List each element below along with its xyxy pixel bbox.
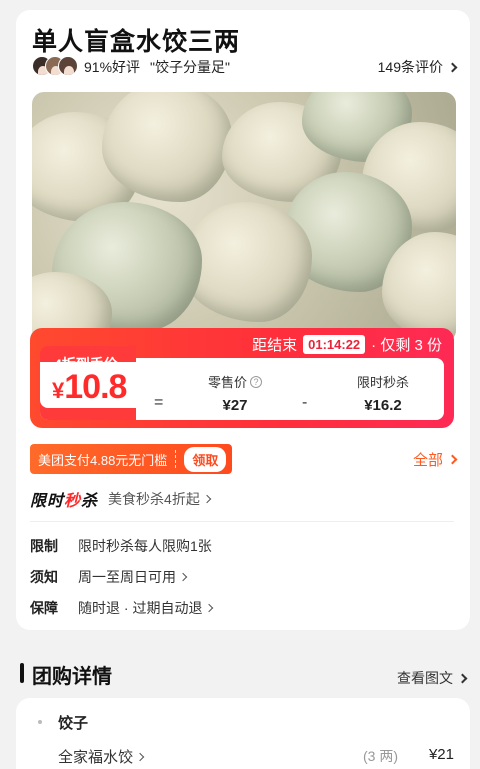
avatar: [58, 56, 78, 76]
flash-label: 限时秒杀: [356, 375, 409, 390]
all-coupons-link[interactable]: 全部: [412, 449, 458, 470]
reviewer-avatars: [32, 56, 80, 78]
info-value: 随时退 · 过期自动退: [78, 598, 214, 618]
section-marker: [20, 663, 24, 683]
divider: [30, 521, 454, 522]
hand-price-value: 10.8: [64, 368, 127, 406]
hand-price: ¥ 10.8: [52, 368, 127, 407]
retail-price-col: 零售价 ? ¥27: [190, 372, 280, 414]
claim-coupon-button[interactable]: 领取: [184, 446, 227, 472]
info-value: 限时秒杀每人限购1张: [78, 538, 212, 554]
info-row-guarantee[interactable]: 保障 随时退 · 过期自动退: [30, 598, 214, 618]
flash-sale-row[interactable]: 限时秒杀 美食秒杀4折起: [30, 487, 212, 511]
stock-remaining: · 仅剩 3 份: [371, 337, 442, 354]
rating-percent: 91%好评: [84, 59, 141, 75]
flash-sale-banner: 距结束 01:14:22 · 仅剩 3 份 4折到手价 ¥ 10.8 = 零售价…: [30, 328, 454, 428]
info-value: 周一至周日可用: [78, 567, 188, 587]
flash-sale-desc: 美食秒杀4折起: [108, 489, 212, 509]
flash-logo-part: 限时: [30, 493, 65, 510]
view-details-label: 查看图文: [397, 670, 453, 686]
hand-price-currency: ¥: [52, 378, 65, 403]
minus-sign: -: [302, 394, 308, 411]
info-value-text: 周一至周日可用: [78, 569, 176, 585]
info-value-text: 随时退 · 过期自动退: [78, 600, 203, 616]
product-title: 单人盲盒水饺三两: [32, 28, 241, 56]
view-details-link[interactable]: 查看图文: [397, 668, 468, 688]
flash-sale-desc-text: 美食秒杀4折起: [108, 491, 200, 507]
chevron-right-icon: [135, 752, 145, 761]
package-details-card: 饺子 全家福水饺 (3 两) ¥21: [16, 698, 470, 769]
info-key: 须知: [30, 569, 58, 585]
info-key: 保障: [30, 600, 58, 616]
countdown-label: 距结束: [252, 337, 298, 354]
flash-logo-part: 秒: [64, 493, 82, 510]
reviews-count: 149条评价: [377, 59, 443, 75]
rating-row[interactable]: 91%好评 "饺子分量足" 149条评价: [32, 56, 458, 78]
retail-price: ¥27: [222, 397, 248, 414]
coupon-divider: [175, 450, 177, 468]
flash-price-col: 限时秒杀 ¥16.2: [338, 372, 428, 414]
chevron-right-icon: [202, 494, 212, 504]
price-breakdown: 4折到手价 ¥ 10.8 = 零售价 ? ¥27 - 限时秒杀 ¥16.2: [40, 346, 444, 420]
discount-tag: 4折到手价 ¥ 10.8: [40, 346, 148, 420]
all-coupons-label: 全部: [412, 451, 443, 469]
help-icon[interactable]: ?: [250, 375, 262, 388]
equals-sign: =: [154, 394, 164, 411]
package-item[interactable]: 全家福水饺: [58, 746, 145, 767]
countdown: 距结束 01:14:22 · 仅剩 3 份: [252, 334, 442, 355]
payment-coupon[interactable]: 美团支付4.88元无门槛 领取: [30, 444, 233, 474]
coupon-row: 美团支付4.88元无门槛 领取 全部: [30, 444, 458, 474]
section-title: 团购详情: [32, 666, 112, 688]
reviews-link[interactable]: 149条评价: [377, 57, 458, 77]
review-quote: "饺子分量足": [150, 59, 230, 75]
chevron-right-icon: [205, 603, 214, 613]
flash-price: ¥16.2: [364, 397, 402, 414]
package-item-price: ¥21: [428, 746, 454, 763]
chevron-right-icon: [447, 62, 458, 72]
flash-logo-part: 杀: [81, 493, 99, 510]
chevron-right-icon: [447, 454, 458, 464]
package-item-name: 全家福水饺: [58, 749, 134, 766]
countdown-timer: 01:14:22: [303, 335, 366, 354]
bullet-dot: [38, 720, 42, 724]
chevron-right-icon: [457, 673, 468, 683]
coupon-text: 美团支付4.88元无门槛: [38, 452, 168, 468]
info-row-limit: 限制 限时秒杀每人限购1张: [30, 536, 212, 556]
info-key: 限制: [30, 538, 58, 554]
info-row-notice[interactable]: 须知 周一至周日可用: [30, 567, 188, 587]
package-category: 饺子: [58, 715, 89, 732]
product-photo[interactable]: [32, 92, 456, 342]
flash-sale-logo: 限时秒杀: [30, 487, 98, 511]
package-item-qty: (3 两): [363, 748, 398, 764]
retail-label: 零售价: [207, 375, 247, 390]
chevron-right-icon: [178, 572, 188, 582]
